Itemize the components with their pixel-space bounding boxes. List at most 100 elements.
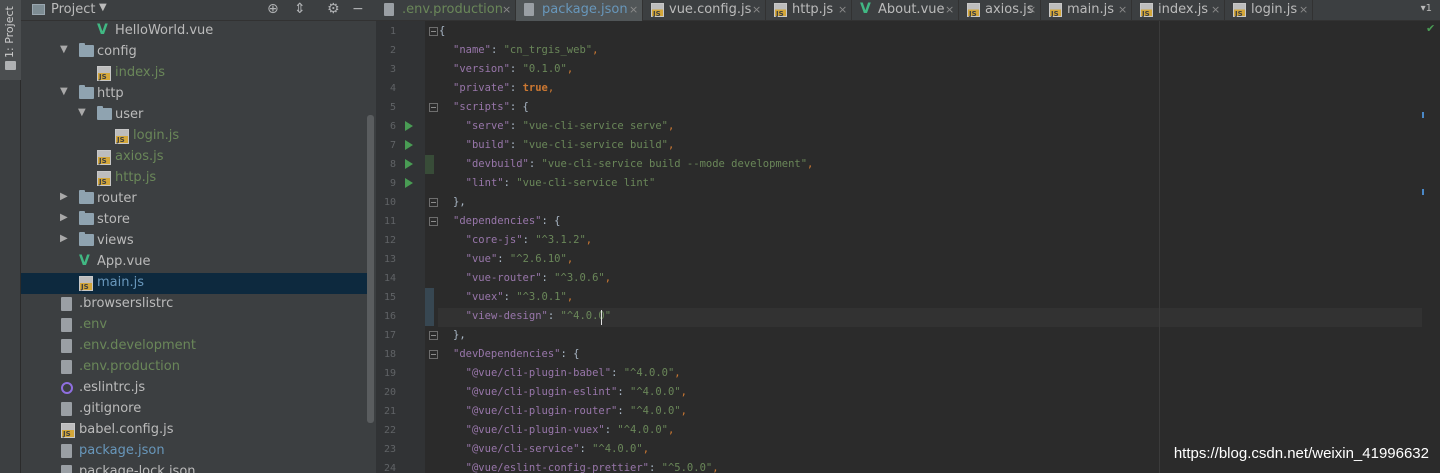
code-line: { bbox=[439, 25, 446, 37]
tree-item[interactable]: package.json bbox=[21, 441, 367, 462]
tree-item[interactable]: ▼ config bbox=[21, 42, 367, 63]
fold-toggle-icon[interactable] bbox=[429, 350, 438, 359]
project-tool-tab[interactable]: 1: Project bbox=[0, 0, 21, 80]
tree-item[interactable]: .eslintrc.js bbox=[21, 378, 367, 399]
collapse-all-icon[interactable]: ⇕ bbox=[294, 1, 306, 17]
editor-tab[interactable]: JS http.js × bbox=[766, 0, 852, 21]
tree-scrollbar[interactable] bbox=[367, 115, 374, 423]
tree-item-label: babel.config.js bbox=[79, 422, 174, 437]
code-line: "devDependencies": { bbox=[453, 348, 580, 360]
close-icon[interactable]: × bbox=[1299, 3, 1308, 16]
fold-toggle-icon[interactable] bbox=[429, 198, 438, 207]
chevron-down-icon[interactable]: ▼ bbox=[78, 107, 86, 118]
tree-item[interactable]: .env.production bbox=[21, 357, 367, 378]
close-icon[interactable]: × bbox=[1027, 3, 1036, 16]
change-marker[interactable] bbox=[1422, 189, 1424, 195]
run-script-icon[interactable] bbox=[405, 159, 413, 169]
tree-item[interactable]: V App.vue bbox=[21, 252, 367, 273]
tree-item[interactable]: ▼ http bbox=[21, 84, 367, 105]
close-icon[interactable]: × bbox=[945, 3, 954, 16]
editor-tab-label: package.json bbox=[542, 2, 628, 17]
vcs-change-marker[interactable] bbox=[425, 155, 434, 174]
tree-item[interactable]: ▶ store bbox=[21, 210, 367, 231]
editor-tab[interactable]: JS login.js × bbox=[1225, 0, 1313, 21]
line-number: 8 bbox=[389, 159, 396, 170]
tree-item[interactable]: JS index.js bbox=[21, 63, 367, 84]
line-number: 24 bbox=[383, 463, 396, 473]
tree-item[interactable]: .env bbox=[21, 315, 367, 336]
code-line: "core-js": "^3.1.2", bbox=[465, 234, 593, 246]
chevron-right-icon[interactable]: ▶ bbox=[60, 212, 68, 223]
tree-item[interactable]: ▼ user bbox=[21, 105, 367, 126]
tree-item[interactable]: JS login.js bbox=[21, 126, 367, 147]
fold-toggle-icon[interactable] bbox=[429, 27, 438, 36]
fold-toggle-icon[interactable] bbox=[429, 331, 438, 340]
tree-item-label: .env bbox=[79, 317, 108, 332]
project-view-selector[interactable]: Project bbox=[51, 2, 95, 17]
run-script-icon[interactable] bbox=[405, 178, 413, 188]
tree-item-label: main.js bbox=[97, 275, 144, 290]
close-icon[interactable]: × bbox=[752, 3, 761, 16]
hide-icon[interactable]: − bbox=[352, 1, 364, 17]
chevron-right-icon[interactable]: ▶ bbox=[60, 191, 68, 202]
tree-item[interactable]: ▶ views bbox=[21, 231, 367, 252]
close-icon[interactable]: × bbox=[838, 3, 847, 16]
tree-item[interactable]: package-lock.json bbox=[21, 462, 367, 473]
code-line: "@vue/cli-plugin-babel": "^4.0.0", bbox=[465, 367, 681, 379]
right-margin-guide bbox=[1159, 21, 1160, 473]
close-icon[interactable]: × bbox=[1211, 3, 1220, 16]
close-icon[interactable]: × bbox=[502, 3, 511, 16]
chevron-right-icon[interactable]: ▶ bbox=[60, 233, 68, 244]
tab-overflow-icon[interactable]: ▾1 bbox=[1421, 3, 1432, 14]
line-number: 11 bbox=[383, 216, 396, 227]
locate-icon[interactable]: ⊕ bbox=[267, 1, 279, 17]
close-icon[interactable]: × bbox=[629, 3, 638, 16]
tree-item[interactable]: .env.development bbox=[21, 336, 367, 357]
code-line: "private": true, bbox=[453, 82, 555, 94]
js-file-icon: JS bbox=[61, 423, 75, 438]
editor-tab-label: vue.config.js bbox=[669, 2, 752, 17]
tree-item[interactable]: .gitignore bbox=[21, 399, 367, 420]
chevron-down-icon[interactable]: ▼ bbox=[60, 86, 68, 97]
editor-tab[interactable]: JS vue.config.js × bbox=[643, 0, 766, 21]
editor-tab[interactable]: JS main.js × bbox=[1041, 0, 1132, 21]
editor-tab[interactable]: package.json × bbox=[516, 0, 643, 21]
vcs-change-marker[interactable] bbox=[425, 288, 434, 307]
text-file-icon bbox=[61, 318, 72, 332]
tree-item-label: router bbox=[97, 191, 137, 206]
tree-item[interactable]: JS axios.js bbox=[21, 147, 367, 168]
run-script-icon[interactable] bbox=[405, 140, 413, 150]
tree-item[interactable]: .browserslistrc bbox=[21, 294, 367, 315]
line-number: 19 bbox=[383, 368, 396, 379]
code-editor[interactable]: 1 2 3 4 5 6 7 8 9 10 11 12 13 14 15 16 17 18 19 20 21 22 23 24 … bbox=[376, 21, 1440, 473]
code-line: "@vue/eslint-config-prettier": "^5.0.0", bbox=[465, 462, 719, 473]
chevron-down-icon[interactable]: ▼ bbox=[60, 44, 68, 55]
tree-item-label: axios.js bbox=[115, 149, 164, 164]
editor-tab[interactable]: V About.vue × bbox=[852, 0, 959, 21]
tree-item[interactable]: JS babel.config.js bbox=[21, 420, 367, 441]
change-marker[interactable] bbox=[1422, 112, 1424, 118]
close-icon[interactable]: × bbox=[1118, 3, 1127, 16]
tool-strip: 1: Project bbox=[0, 0, 21, 473]
fold-toggle-icon[interactable] bbox=[429, 103, 438, 112]
editor-tab[interactable]: .env.production × bbox=[376, 0, 516, 21]
editor-tab-label: .env.production bbox=[402, 2, 503, 17]
tree-item[interactable]: JS main.js bbox=[21, 273, 367, 294]
tree-item[interactable]: ▶ router bbox=[21, 189, 367, 210]
editor-tab[interactable]: JS index.js × bbox=[1132, 0, 1225, 21]
vue-icon: V bbox=[97, 22, 108, 38]
editor-tab[interactable]: JS axios.js × bbox=[959, 0, 1041, 21]
folder-icon bbox=[79, 43, 94, 57]
vcs-change-marker[interactable] bbox=[425, 307, 434, 326]
fold-toggle-icon[interactable] bbox=[429, 217, 438, 226]
tree-item-label: .eslintrc.js bbox=[79, 380, 146, 395]
tree-item[interactable]: V HelloWorld.vue bbox=[21, 21, 367, 42]
tree-item-label: package-lock.json bbox=[79, 464, 196, 473]
tree-item[interactable]: JS http.js bbox=[21, 168, 367, 189]
gear-icon[interactable]: ⚙ bbox=[327, 1, 340, 17]
run-script-icon[interactable] bbox=[405, 121, 413, 131]
chevron-down-icon[interactable]: ▼ bbox=[99, 2, 107, 13]
editor-scrollbar[interactable] bbox=[1422, 21, 1440, 473]
js-file-icon: JS bbox=[97, 171, 111, 186]
editor-tab-label: login.js bbox=[1251, 2, 1298, 17]
